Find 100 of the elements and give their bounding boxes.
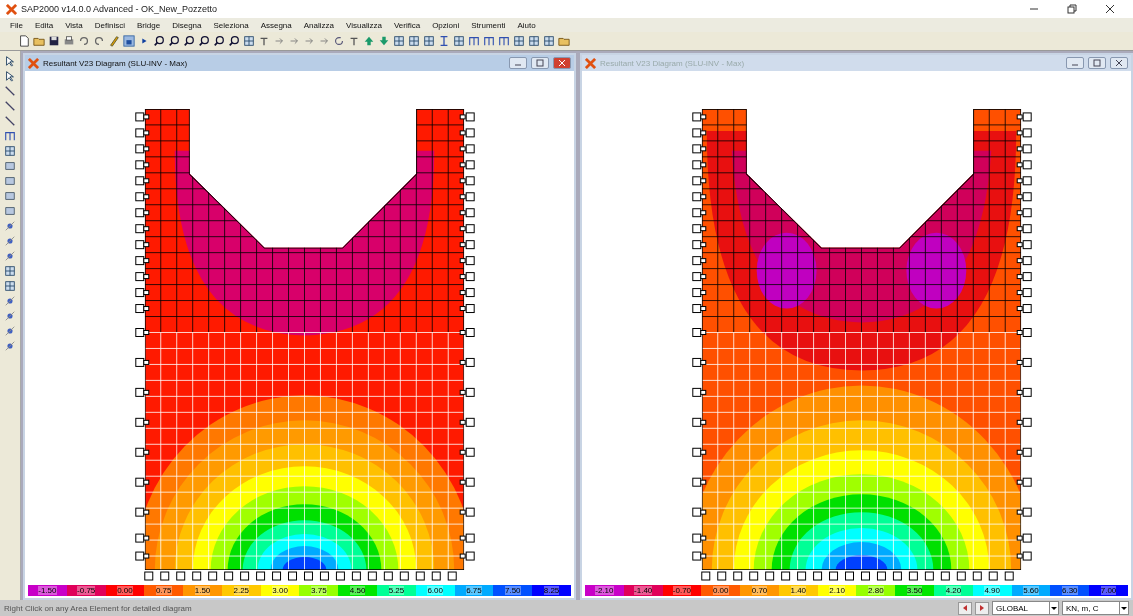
line-icon[interactable] [4, 85, 16, 97]
joint-icon[interactable] [4, 340, 16, 352]
close-icon [1105, 4, 1115, 14]
coordinate-system-dropdown[interactable]: GLOBAL [992, 601, 1059, 615]
print-icon[interactable] [63, 35, 75, 47]
save-icon[interactable] [48, 35, 60, 47]
legend-label: 1.50 [194, 586, 211, 595]
line-icon[interactable] [4, 115, 16, 127]
grid-icon[interactable] [4, 280, 16, 292]
zoom-icon[interactable] [198, 35, 210, 47]
menu-item[interactable]: File [10, 20, 23, 30]
status-message: Right Click on any Area Element for detailed diagram [4, 603, 192, 613]
frame-icon[interactable] [468, 35, 480, 47]
menu-item[interactable]: Aiuto [517, 20, 536, 30]
grid-icon[interactable] [453, 35, 465, 47]
file-icon[interactable] [18, 35, 30, 47]
grid-icon[interactable] [4, 265, 16, 277]
rotate-icon[interactable] [333, 35, 345, 47]
menu-item[interactable]: Opzioni [432, 20, 460, 30]
close-button[interactable] [1110, 57, 1128, 69]
legend-label: 2.25 [233, 586, 250, 595]
menu-item[interactable]: Visualizza [346, 20, 382, 30]
grid-icon[interactable] [408, 35, 420, 47]
joint-icon[interactable] [4, 310, 16, 322]
grid-icon[interactable] [393, 35, 405, 47]
pencil-icon[interactable] [108, 35, 120, 47]
caret-icon [1119, 602, 1128, 614]
pointer-icon[interactable] [4, 55, 16, 67]
legend-label: 2.10 [829, 586, 845, 595]
undo-icon[interactable] [78, 35, 90, 47]
legend-label: -2.10 [595, 586, 614, 595]
legend-label: 0.00 [117, 586, 133, 595]
menu-item[interactable]: Verifica [393, 20, 421, 30]
grid-icon[interactable] [513, 35, 525, 47]
joint-icon[interactable] [4, 325, 16, 337]
area-icon[interactable] [4, 205, 16, 217]
scroll-left-button[interactable] [958, 601, 972, 615]
window-title: Resultant V23 Diagram (SLU-INV - Max) [43, 58, 188, 68]
legend-label: 3.00 [272, 586, 288, 595]
legend-label: 0.00 [712, 586, 729, 595]
legend-label: 2.80 [868, 586, 884, 595]
app-logo-icon [585, 57, 596, 69]
app-logo-icon [6, 3, 17, 15]
grid-icon[interactable] [4, 145, 16, 157]
down-icon[interactable] [378, 35, 390, 47]
menu-item[interactable]: Analizza [303, 20, 334, 30]
legend-label: -0.70 [672, 586, 692, 595]
zoom-icon[interactable] [168, 35, 180, 47]
zoom-icon[interactable] [153, 35, 165, 47]
menu-item[interactable]: Edita [34, 20, 54, 30]
area-icon[interactable] [4, 160, 16, 172]
legend-label: 3.50 [906, 586, 923, 595]
legend-label: 4.50 [349, 586, 366, 595]
zoom-icon[interactable] [213, 35, 225, 47]
redo-icon[interactable] [93, 35, 105, 47]
grid-icon[interactable] [243, 35, 255, 47]
pointer-icon[interactable] [4, 70, 16, 82]
close-icon [557, 59, 567, 67]
beam-icon[interactable] [438, 35, 450, 47]
legend-label: -1.40 [634, 586, 653, 595]
frame-icon[interactable] [498, 35, 510, 47]
units-dropdown[interactable]: KN, m, C [1062, 601, 1129, 615]
frame-icon[interactable] [483, 35, 495, 47]
grid-icon[interactable] [543, 35, 555, 47]
legend-label: 5.60 [1023, 586, 1039, 595]
legend-label: 7.00 [1100, 586, 1117, 595]
joint-icon[interactable] [4, 235, 16, 247]
text-icon[interactable] [348, 35, 360, 47]
frame-icon[interactable] [4, 130, 16, 142]
legend-label: -1.50 [38, 586, 57, 595]
menu-item[interactable]: Strumenti [471, 20, 506, 30]
menu-item[interactable]: Bridge [137, 20, 161, 30]
folder-icon[interactable] [558, 35, 570, 47]
menu-item[interactable]: Disegna [172, 20, 202, 30]
menu-item[interactable]: Assegna [260, 20, 292, 30]
area-icon[interactable] [4, 190, 16, 202]
joint-icon[interactable] [4, 250, 16, 262]
up-icon[interactable] [363, 35, 375, 47]
joint-icon[interactable] [4, 295, 16, 307]
legend-label: 0.70 [751, 586, 768, 595]
legend-label: 3.75 [311, 586, 327, 595]
grid-icon[interactable] [528, 35, 540, 47]
legend-label: 1.40 [790, 586, 807, 595]
line-icon[interactable] [4, 100, 16, 112]
zoom-icon[interactable] [228, 35, 240, 47]
menu-item[interactable]: Vista [65, 20, 83, 30]
zoom-icon[interactable] [183, 35, 195, 47]
grid-icon[interactable] [423, 35, 435, 47]
menu-item[interactable]: Seleziona [213, 20, 249, 30]
scroll-right-button[interactable] [975, 601, 989, 615]
folder-icon[interactable] [33, 35, 45, 47]
menu-item[interactable]: Definisci [94, 20, 125, 30]
area-icon[interactable] [4, 175, 16, 187]
left-arrow-icon [961, 604, 969, 612]
legend-label: 0.75 [155, 586, 172, 595]
window-title: SAP2000 v14.0.0 Advanced - OK_New_Pozzetto [21, 4, 218, 14]
legend-label: 5.25 [388, 586, 405, 595]
joint-icon[interactable] [4, 220, 16, 232]
close-icon [1114, 59, 1124, 67]
text-icon[interactable] [258, 35, 270, 47]
